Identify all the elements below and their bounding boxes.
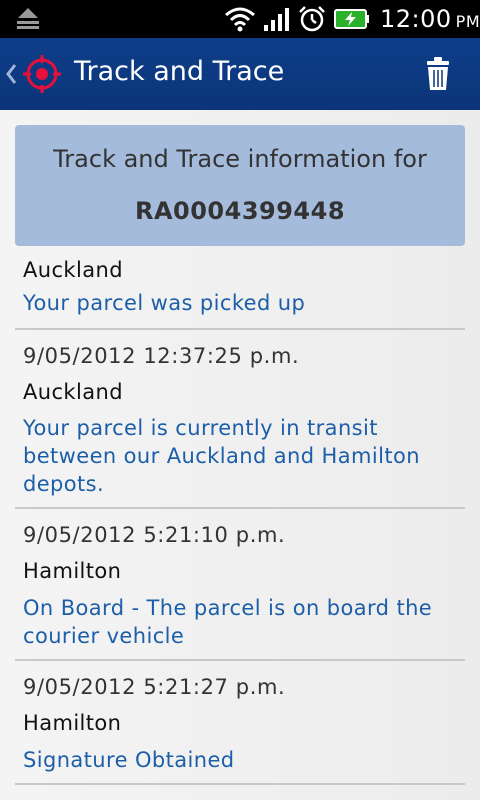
event-location: Auckland [23, 380, 123, 404]
event-description: Signature Obtained [23, 748, 235, 772]
info-heading: Track and Trace information for [53, 145, 427, 173]
action-bar: Track and Trace [0, 38, 480, 110]
tracking-number: RA0004399448 [134, 197, 346, 225]
status-clock: 12:00 PM [380, 5, 480, 33]
event-description: On Board - The parcel is on board the co… [23, 596, 433, 648]
back-chevron-icon[interactable] [4, 62, 18, 86]
event-description: Your parcel was picked up [23, 291, 306, 315]
event-description: Your parcel is currently in transit betw… [23, 416, 420, 496]
event-timestamp: 9/05/2012 5:21:10 p.m. [23, 523, 286, 547]
event-item: 9/05/2012 5:21:27 p.m. Hamilton Signatur… [15, 661, 465, 785]
status-bar: 12:00 PM [0, 0, 480, 38]
event-item: 9/05/2012 12:37:25 p.m. Auckland Your pa… [15, 330, 465, 509]
event-location: Hamilton [23, 559, 122, 583]
content-scroll[interactable]: Track and Trace information for RA000439… [0, 110, 480, 800]
event-location: Hamilton [23, 711, 122, 735]
event-timestamp: 9/05/2012 12:37:25 p.m. [23, 344, 300, 368]
signal-icon [264, 8, 289, 31]
battery-charging-icon [334, 9, 369, 29]
event-list: Auckland Your parcel was picked up 9/05/… [0, 246, 480, 785]
event-item: 9/05/2012 5:21:10 p.m. Hamilton On Board… [15, 509, 465, 661]
page-title: Track and Trace [74, 56, 285, 87]
target-logo-icon[interactable] [22, 54, 62, 94]
event-item: Auckland Your parcel was picked up [15, 246, 465, 330]
alarm-icon [299, 6, 325, 32]
event-timestamp: 9/05/2012 5:21:27 p.m. [23, 675, 286, 699]
trash-icon [427, 57, 449, 90]
wifi-icon [225, 7, 255, 32]
event-location: Auckland [23, 258, 123, 282]
tracking-info-panel: Track and Trace information for RA000439… [15, 125, 465, 246]
notification-icon [17, 8, 39, 29]
delete-button[interactable] [418, 52, 458, 96]
